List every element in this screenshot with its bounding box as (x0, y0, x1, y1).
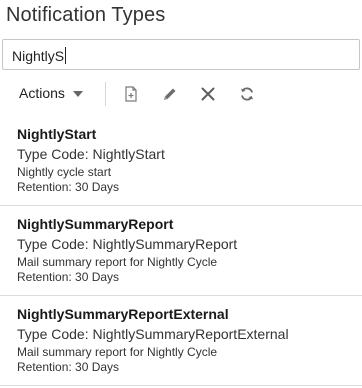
item-name: NightlySummaryReportExternal (17, 306, 229, 322)
search-input[interactable]: NightlyS (2, 39, 360, 70)
item-description: Nightly cycle start (17, 165, 112, 179)
item-name: NightlySummaryReport (17, 216, 174, 232)
page-title: Notification Types (6, 4, 166, 26)
item-retention: Retention: 30 Days (17, 180, 120, 194)
chevron-down-icon[interactable] (73, 91, 83, 97)
list-item[interactable]: NightlySummaryReport Type Code: NightlyS… (0, 206, 362, 296)
actions-menu-button[interactable]: Actions (19, 85, 65, 101)
item-type-code: Type Code: NightlySummaryReportExternal (17, 326, 289, 342)
text-caret (65, 47, 67, 64)
item-retention: Retention: 30 Days (17, 360, 120, 374)
item-type-code: Type Code: NightlyStart (17, 146, 165, 162)
toolbar-divider (105, 82, 106, 106)
search-input-value: NightlyS (12, 47, 67, 64)
item-retention: Retention: 30 Days (17, 270, 120, 284)
delete-x-icon[interactable] (197, 83, 219, 105)
item-description: Mail summary report for Nightly Cycle (17, 345, 218, 359)
list-item[interactable]: NightlySummaryReportExternal Type Code: … (0, 296, 362, 386)
new-document-icon[interactable] (120, 83, 142, 105)
notification-types-list: NightlyStart Type Code: NightlyStart Nig… (0, 116, 362, 386)
toolbar: Actions (0, 78, 362, 110)
edit-pencil-icon[interactable] (159, 83, 181, 105)
refresh-icon[interactable] (236, 83, 258, 105)
list-item[interactable]: NightlyStart Type Code: NightlyStart Nig… (0, 116, 362, 206)
item-name: NightlyStart (17, 126, 97, 142)
item-type-code: Type Code: NightlySummaryReport (17, 236, 238, 252)
item-description: Mail summary report for Nightly Cycle (17, 255, 218, 269)
